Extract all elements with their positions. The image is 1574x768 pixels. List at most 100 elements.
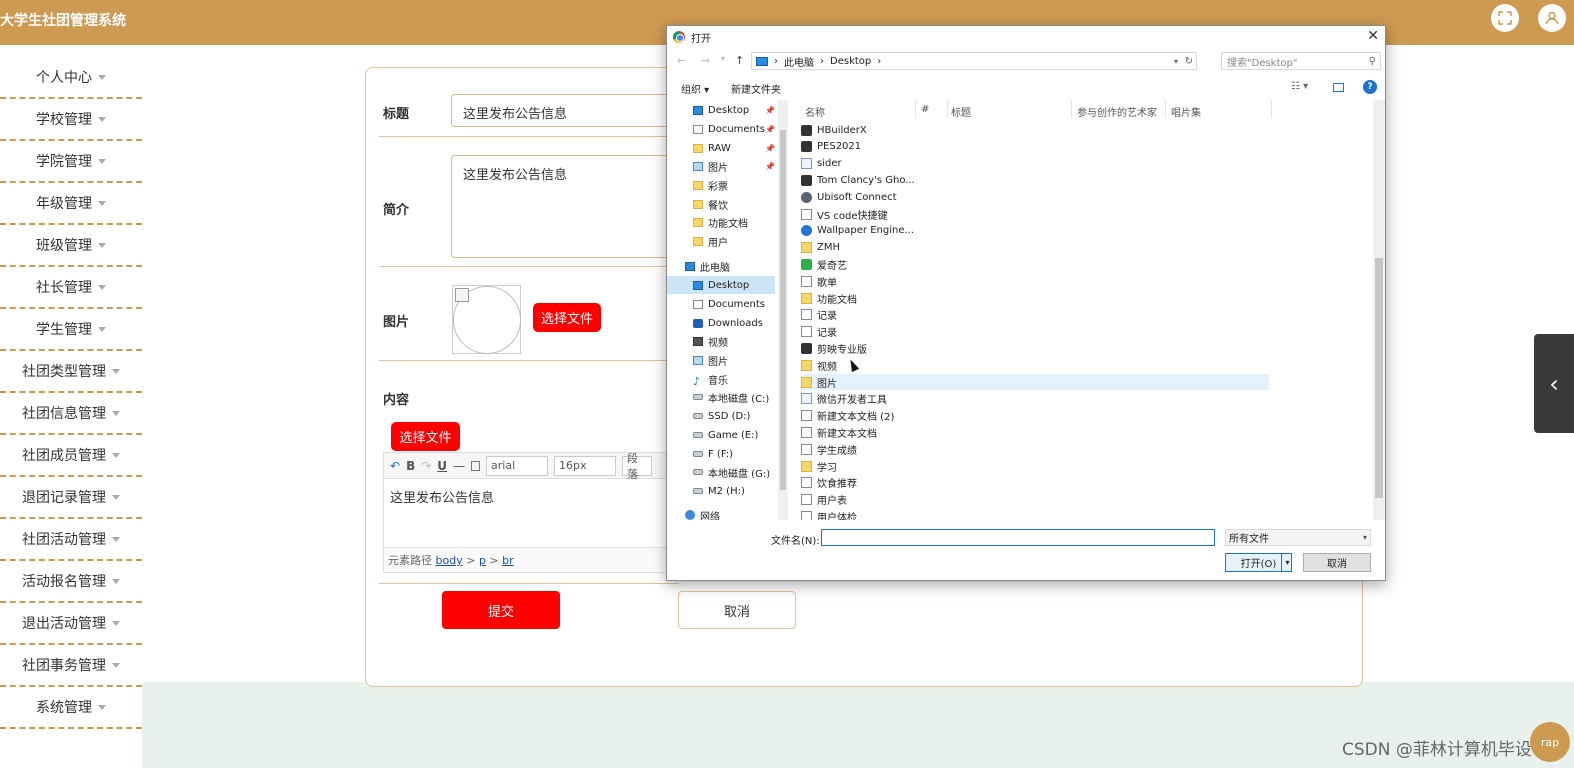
- file-row[interactable]: Ubisoft Connect: [801, 189, 1269, 205]
- redo-icon[interactable]: ↷: [421, 459, 431, 473]
- refresh-icon[interactable]: ↻: [1185, 56, 1193, 67]
- up-arrow-icon[interactable]: ↑: [735, 54, 744, 67]
- file-row[interactable]: 用户表: [801, 492, 1269, 508]
- font-family-select[interactable]: arial: [486, 455, 549, 476]
- close-icon[interactable]: ✕: [1367, 28, 1379, 44]
- path-p-link[interactable]: p: [479, 554, 486, 567]
- file-row[interactable]: 功能文档: [801, 290, 1269, 306]
- nav-scrollbar[interactable]: [778, 100, 788, 520]
- address-dropdown-icon[interactable]: ▾: [1174, 57, 1178, 66]
- paragraph-select[interactable]: 段落: [622, 452, 653, 481]
- forward-arrow-icon[interactable]: →: [701, 54, 710, 67]
- file-scrollbar[interactable]: [1373, 100, 1385, 520]
- sidebar-item[interactable]: 活动报名管理: [0, 561, 142, 603]
- user-icon[interactable]: [1538, 4, 1566, 32]
- table-icon[interactable]: [471, 460, 481, 471]
- nav-item[interactable]: Downloads: [667, 314, 775, 332]
- search-input[interactable]: 搜索"Desktop" ⚲: [1221, 52, 1381, 70]
- intro-textarea[interactable]: 这里发布公告信息: [451, 155, 681, 258]
- sidebar-item[interactable]: 退出活动管理: [0, 603, 142, 645]
- nav-item[interactable]: 用户: [667, 232, 775, 250]
- file-row[interactable]: 用户体检: [801, 508, 1269, 520]
- underline-button[interactable]: U: [437, 459, 447, 473]
- file-row[interactable]: Tom Clancy's Gho...: [801, 172, 1269, 188]
- fullscreen-icon[interactable]: [1491, 4, 1519, 32]
- file-row[interactable]: ZMH: [801, 240, 1269, 256]
- sidebar-item[interactable]: 个人中心: [0, 57, 142, 99]
- file-row[interactable]: 学习: [801, 458, 1269, 474]
- nav-item[interactable]: 本地磁盘 (G:): [667, 463, 775, 481]
- filename-input[interactable]: [821, 529, 1215, 546]
- sidebar-item[interactable]: 社团类型管理: [0, 351, 142, 393]
- choose-image-button[interactable]: 选择文件: [533, 303, 601, 332]
- editor-content[interactable]: 这里发布公告信息: [384, 479, 672, 547]
- breadcrumb-desktop[interactable]: Desktop: [830, 56, 871, 67]
- file-row[interactable]: 剪映专业版: [801, 340, 1269, 356]
- corner-badge[interactable]: rap: [1530, 722, 1570, 762]
- submit-button[interactable]: 提交: [442, 591, 560, 629]
- nav-item[interactable]: Documents 📌: [667, 120, 775, 138]
- help-icon[interactable]: ?: [1363, 80, 1377, 94]
- sidebar-item[interactable]: 社团活动管理: [0, 519, 142, 561]
- nav-item[interactable]: 网络: [667, 506, 775, 520]
- file-row[interactable]: 记录: [801, 324, 1269, 340]
- title-input[interactable]: 这里发布公告信息: [451, 94, 681, 127]
- column-header-artist[interactable]: 参与创作的艺术家: [1077, 104, 1157, 119]
- file-row[interactable]: HBuilderX: [801, 122, 1269, 138]
- nav-item[interactable]: 图片 📌: [667, 157, 775, 175]
- breadcrumb-this-pc[interactable]: 此电脑: [784, 54, 814, 69]
- nav-item[interactable]: 图片: [667, 351, 775, 369]
- nav-item[interactable]: Desktop 📌: [667, 101, 775, 119]
- nav-item[interactable]: SSD (D:): [667, 407, 775, 425]
- file-row[interactable]: PES2021: [801, 139, 1269, 155]
- file-row[interactable]: 图片: [801, 374, 1269, 390]
- address-bar[interactable]: › 此电脑 › Desktop › ▾ ↻: [751, 52, 1197, 70]
- sidebar-item[interactable]: 系统管理: [0, 687, 142, 729]
- back-arrow-icon[interactable]: ←: [677, 54, 686, 67]
- nav-item[interactable]: Desktop: [667, 276, 775, 294]
- sidebar-item[interactable]: 退团记录管理: [0, 477, 142, 519]
- new-folder-button[interactable]: 新建文件夹: [731, 81, 781, 96]
- column-header-name[interactable]: 名称: [805, 104, 825, 119]
- cancel-button[interactable]: 取消: [678, 591, 796, 629]
- file-row[interactable]: 微信开发者工具: [801, 391, 1269, 407]
- nav-item[interactable]: Game (E:): [667, 426, 775, 444]
- column-header-album[interactable]: 唱片集: [1171, 104, 1201, 119]
- nav-item[interactable]: Documents: [667, 295, 775, 313]
- file-row[interactable]: VS code快捷键: [801, 206, 1269, 222]
- nav-item[interactable]: 彩票: [667, 176, 775, 194]
- sidebar-item[interactable]: 学校管理: [0, 99, 142, 141]
- nav-item[interactable]: 本地磁盘 (C:): [667, 388, 775, 406]
- view-options-icon[interactable]: ☷ ▾: [1291, 81, 1308, 92]
- path-body-link[interactable]: body: [436, 554, 463, 567]
- file-row[interactable]: 歌单: [801, 273, 1269, 289]
- file-row[interactable]: 学生成绩: [801, 441, 1269, 457]
- column-header-number[interactable]: #: [921, 104, 929, 115]
- sidebar-item[interactable]: 年级管理: [0, 183, 142, 225]
- file-row[interactable]: 饮食推荐: [801, 475, 1269, 491]
- choose-content-file-button[interactable]: 选择文件: [391, 422, 460, 451]
- organize-menu[interactable]: 组织 ▾: [681, 81, 709, 96]
- file-row[interactable]: 爱奇艺: [801, 256, 1269, 272]
- file-row[interactable]: 视频: [801, 357, 1269, 373]
- sidebar-item[interactable]: 社团事务管理: [0, 645, 142, 687]
- nav-item[interactable]: ♪ 音乐: [667, 370, 775, 388]
- sidebar-item[interactable]: 社团信息管理: [0, 393, 142, 435]
- file-type-select[interactable]: 所有文件 ▾: [1225, 529, 1371, 546]
- sidebar-item[interactable]: 学生管理: [0, 309, 142, 351]
- file-row[interactable]: Wallpaper Engine...: [801, 223, 1269, 239]
- file-row[interactable]: sider: [801, 156, 1269, 172]
- nav-item[interactable]: RAW 📌: [667, 139, 775, 157]
- open-dropdown-icon[interactable]: ▾: [1281, 553, 1293, 572]
- collapse-panel-tab[interactable]: ‹: [1534, 334, 1574, 433]
- sidebar-item[interactable]: 班级管理: [0, 225, 142, 267]
- nav-item[interactable]: M2 (H:): [667, 482, 775, 500]
- file-row[interactable]: 新建文本文档 (2): [801, 408, 1269, 424]
- nav-item[interactable]: 功能文档: [667, 213, 775, 231]
- file-row[interactable]: 记录: [801, 307, 1269, 323]
- preview-pane-icon[interactable]: [1333, 83, 1344, 92]
- bold-button[interactable]: B: [406, 459, 415, 473]
- horizontal-rule-button[interactable]: —: [453, 459, 465, 473]
- sidebar-item[interactable]: 社长管理: [0, 267, 142, 309]
- nav-item[interactable]: F (F:): [667, 445, 775, 463]
